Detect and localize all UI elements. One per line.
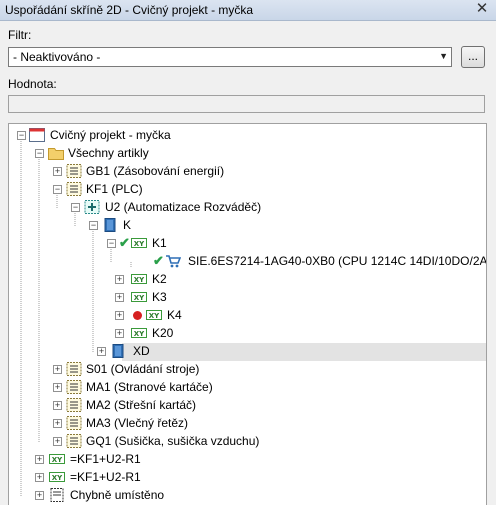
check-icon: ✔	[153, 253, 164, 268]
tree-node-kf1[interactable]: − KF1 (PLC)	[9, 180, 486, 198]
tree-label: Chybně umístěno	[70, 488, 165, 502]
device-icon	[66, 380, 82, 394]
value-label: Hodnota:	[8, 77, 57, 91]
expand-icon[interactable]: +	[53, 383, 62, 392]
xy-icon: XY	[146, 310, 162, 320]
tree-node-xd[interactable]: + XD	[9, 342, 486, 360]
xy-icon: XY	[49, 472, 65, 482]
collapse-icon[interactable]: −	[35, 149, 44, 158]
tree-label: Cvičný projekt - myčka	[50, 128, 171, 142]
tree-label: GQ1 (Sušička, sušička vzduchu)	[86, 434, 260, 448]
tree-node-k[interactable]: − K	[9, 216, 486, 234]
tree-node-gq1[interactable]: + GQ1 (Sušička, sušička vzduchu)	[9, 432, 486, 450]
value-field[interactable]	[8, 95, 485, 113]
tree-node-k20[interactable]: + XY K20	[9, 324, 486, 342]
misplaced-icon	[50, 488, 64, 502]
xy-icon: XY	[131, 274, 147, 284]
tree-node-k2[interactable]: + XY K2	[9, 270, 486, 288]
device-icon	[66, 416, 82, 430]
expand-icon[interactable]: +	[97, 347, 106, 356]
collapse-icon[interactable]: −	[71, 203, 80, 212]
tree-node-u2[interactable]: − U2 (Automatizace Rozváděč)	[9, 198, 486, 216]
expand-icon[interactable]: +	[53, 365, 62, 374]
device-icon	[66, 434, 82, 448]
tree-label: KF1 (PLC)	[86, 182, 143, 196]
collapse-icon[interactable]: −	[89, 221, 98, 230]
tree-label: S01 (Ovládání stroje)	[86, 362, 200, 376]
mounting-plate-icon	[112, 344, 124, 358]
tree-node-article[interactable]: ✔ SIE.6ES7214-1AG40-0XB0 (CPU 1214C 14DI…	[9, 252, 487, 270]
tree-label: K1	[152, 236, 167, 250]
tree-label: K20	[152, 326, 174, 340]
tree-node-k1[interactable]: − ✔ XY K1	[9, 234, 486, 252]
window-title: Uspořádání skříně 2D - Cvičný projekt - …	[5, 3, 254, 17]
project-icon	[29, 128, 45, 142]
tree-label: K2	[152, 272, 167, 286]
expand-icon[interactable]: +	[53, 419, 62, 428]
tree-node-ref2[interactable]: + XY =KF1+U2-R1	[9, 468, 486, 486]
tree-label: =KF1+U2-R1	[70, 452, 141, 466]
expand-icon[interactable]: +	[53, 437, 62, 446]
chevron-down-icon: ▼	[439, 51, 448, 61]
device-icon	[66, 362, 82, 376]
expand-icon[interactable]: +	[115, 275, 124, 284]
tree-node-k4[interactable]: + XY K4	[9, 306, 486, 324]
tree-label: XD	[133, 344, 150, 358]
tree-view[interactable]: − Cvičný projekt - myčka − Všechny artik…	[8, 123, 487, 505]
expand-icon[interactable]: +	[115, 329, 124, 338]
expand-icon[interactable]: +	[115, 293, 124, 302]
cabinet-icon	[84, 200, 100, 214]
filter-browse-button[interactable]: ...	[461, 46, 485, 68]
xy-icon: XY	[131, 328, 147, 338]
tree-label: Všechny artikly	[68, 146, 149, 160]
mounting-plate-icon	[104, 218, 116, 232]
tree-node-misplaced[interactable]: + Chybně umístěno	[9, 486, 486, 504]
xy-icon: XY	[131, 292, 147, 302]
tree-label: GB1 (Zásobování energií)	[86, 164, 225, 178]
xy-icon: XY	[131, 238, 147, 248]
collapse-icon[interactable]: −	[17, 131, 26, 140]
tree-node-ma3[interactable]: + MA3 (Vlečný řetěz)	[9, 414, 486, 432]
expand-icon[interactable]: +	[115, 311, 124, 320]
tree-label: K4	[167, 308, 182, 322]
tree-label: K3	[152, 290, 167, 304]
tree-label: U2 (Automatizace Rozváděč)	[105, 200, 262, 214]
close-icon[interactable]: ✕	[474, 1, 490, 17]
folder-icon	[48, 148, 64, 160]
expand-icon[interactable]: +	[53, 401, 62, 410]
check-icon: ✔	[119, 235, 130, 250]
error-dot-icon	[133, 311, 142, 320]
device-icon	[66, 164, 82, 178]
device-icon	[66, 398, 82, 412]
expand-icon[interactable]: +	[35, 473, 44, 482]
tree-label: MA3 (Vlečný řetěz)	[86, 416, 189, 430]
tree-node-k3[interactable]: + XY K3	[9, 288, 486, 306]
xy-icon: XY	[49, 454, 65, 464]
expand-icon[interactable]: +	[53, 167, 62, 176]
collapse-icon[interactable]: −	[53, 185, 62, 194]
device-icon	[66, 182, 82, 196]
tree-node-gb1[interactable]: + GB1 (Zásobování energií)	[9, 162, 486, 180]
collapse-icon[interactable]: −	[107, 239, 116, 248]
expand-icon[interactable]: +	[35, 455, 44, 464]
tree-node-ref1[interactable]: + XY =KF1+U2-R1	[9, 450, 486, 468]
tree-label: K	[123, 218, 132, 232]
tree-label: MA2 (Střešní kartáč)	[86, 398, 197, 412]
expand-icon[interactable]: +	[35, 491, 44, 500]
tree-node-all-articles[interactable]: − Všechny artikly	[9, 144, 486, 162]
tree-node-root[interactable]: − Cvičný projekt - myčka	[9, 126, 486, 144]
filter-value: - Neaktivováno -	[13, 50, 101, 64]
filter-label: Filtr:	[8, 28, 32, 42]
tree-node-ma2[interactable]: + MA2 (Střešní kartáč)	[9, 396, 486, 414]
tree-node-s01[interactable]: + S01 (Ovládání stroje)	[9, 360, 486, 378]
filter-dropdown[interactable]: - Neaktivováno - ▼	[8, 47, 452, 67]
tree-label: =KF1+U2-R1	[70, 470, 141, 484]
tree-node-ma1[interactable]: + MA1 (Stranové kartáče)	[9, 378, 486, 396]
tree-label: MA1 (Stranové kartáče)	[86, 380, 213, 394]
tree-label: SIE.6ES7214-1AG40-0XB0 (CPU 1214C 14DI/1…	[188, 254, 487, 268]
cart-icon	[166, 255, 181, 268]
title-bar: Uspořádání skříně 2D - Cvičný projekt - …	[0, 0, 496, 21]
